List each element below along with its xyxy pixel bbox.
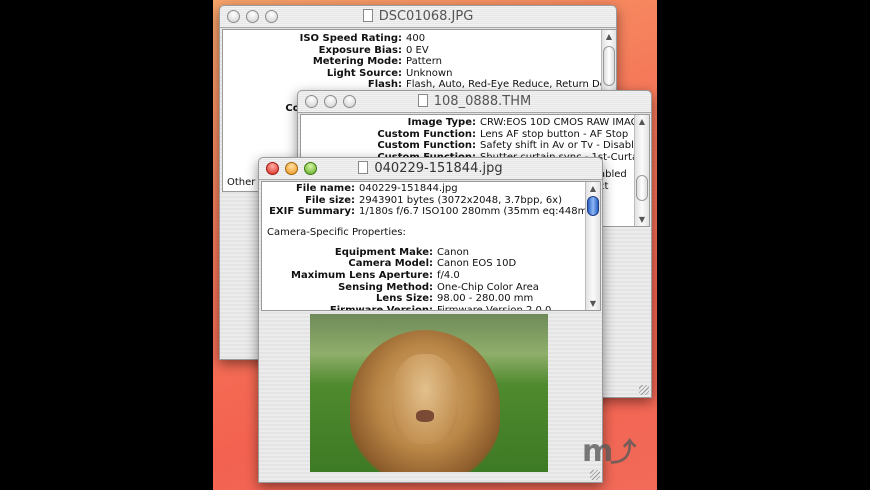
property-value: Firmware Version 2.0.0 <box>437 304 552 311</box>
property-row: Metering Mode: Pattern <box>223 56 616 68</box>
property-row: Image Type: CRW:EOS 10D CMOS RAW IMAGE <box>301 117 649 129</box>
property-value: Pattern <box>406 56 442 68</box>
partial-line: abled <box>599 169 627 180</box>
property-row: Lens Size:98.00 - 280.00 mm <box>262 293 600 305</box>
property-value: Lens AF stop button - AF Stop <box>480 128 629 140</box>
macupdate-logo: m⤴ <box>582 434 636 469</box>
property-value: CRW:EOS 10D CMOS RAW IMAGE <box>480 117 645 128</box>
property-label: ISO Speed Rating <box>299 33 398 44</box>
property-row: Light Source: Unknown <box>223 68 616 80</box>
scrollbar[interactable]: ▲▼ <box>634 115 649 226</box>
window-title: 108_0888.THM <box>433 94 532 109</box>
property-value: 98.00 - 280.00 mm <box>437 293 534 305</box>
window-title: 040229-151844.jpg <box>374 161 503 176</box>
property-value: Canon EOS 10D <box>437 258 517 270</box>
property-value: One-Chip Color Area <box>437 281 539 293</box>
property-row: EXIF Summary:1/180s f/6.7 ISO100 280mm (… <box>262 206 600 218</box>
property-row: Camera Model: Canon EOS 10D <box>262 258 600 270</box>
property-value: Unknown <box>406 67 453 79</box>
property-label: Custom Function <box>377 128 472 140</box>
image-preview <box>310 314 548 472</box>
property-row: ISO Speed Rating:400 <box>223 33 616 45</box>
scroll-thumb[interactable] <box>603 46 615 86</box>
property-label: Metering Mode <box>312 56 398 68</box>
property-label: Exposure Bias <box>318 44 398 56</box>
property-label: File name <box>295 183 351 194</box>
scroll-down-icon[interactable]: ▼ <box>635 215 649 224</box>
section-heading: Camera-Specific Properties: <box>267 226 406 238</box>
scroll-up-icon[interactable]: ▲ <box>635 117 649 126</box>
property-row: Custom Function: Lens AF stop button - AF… <box>301 129 649 141</box>
property-value: Canon <box>437 246 469 258</box>
window-title: DSC01068.JPG <box>378 9 474 24</box>
scrollbar[interactable]: ▲▼ <box>585 182 600 310</box>
title-bar[interactable]: DSC01068.JPG <box>220 6 616 28</box>
property-label: Custom Function <box>377 140 472 152</box>
title-bar[interactable]: 108_0888.THM <box>298 91 651 113</box>
property-label: File size <box>305 194 351 206</box>
property-label: Lens Size <box>376 293 429 305</box>
property-row: Exposure Bias:0 EV <box>223 45 616 57</box>
property-label: Equipment Make <box>334 246 429 258</box>
property-label: Image Type <box>407 117 472 128</box>
window-040229-151844: 040229-151844.jpg File name:040229-15184… <box>258 157 603 483</box>
title-bar[interactable]: 040229-151844.jpg <box>259 158 602 180</box>
property-label: EXIF Summary <box>269 206 351 218</box>
property-row: Custom Function: Safety shift in Av or Tv… <box>301 140 649 152</box>
file-icon <box>358 161 369 174</box>
property-label: Light Source <box>326 67 398 79</box>
info-panel: File name:040229-151844.jpg File size:294… <box>261 181 601 311</box>
scroll-thumb[interactable] <box>587 196 599 216</box>
property-label: Sensing Method <box>338 281 429 293</box>
property-value: 400 <box>406 33 426 44</box>
file-icon <box>362 9 373 22</box>
property-value: 0 EV <box>406 44 429 56</box>
scroll-up-icon[interactable]: ▲ <box>586 184 600 193</box>
property-value: 040229-151844.jpg <box>359 183 458 194</box>
partial-line: - <box>599 205 627 217</box>
property-row: Equipment Make: Canon <box>262 247 600 259</box>
property-value: Safety shift in Av or Tv - Disabled <box>480 140 647 152</box>
property-value: f/4.0 <box>437 269 460 281</box>
resize-grip[interactable] <box>590 470 600 480</box>
property-label: Camera Model <box>348 258 429 270</box>
property-row: Maximum Lens Aperture: f/4.0 <box>262 270 600 282</box>
scroll-thumb[interactable] <box>636 175 648 201</box>
partial-line: ct <box>599 181 609 192</box>
resize-grip[interactable] <box>639 385 649 395</box>
scroll-up-icon[interactable]: ▲ <box>602 32 616 41</box>
partial-label: Col <box>285 102 303 114</box>
property-row: File name:040229-151844.jpg <box>262 183 600 195</box>
property-row: File size:2943901 bytes (3072x2048, 3.7b… <box>262 195 600 207</box>
property-label: Firmware Version <box>329 304 429 311</box>
property-row: Sensing Method: One-Chip Color Area <box>262 282 600 294</box>
property-label: Maximum Lens Aperture <box>291 269 429 281</box>
file-icon <box>417 94 428 107</box>
property-value: 2943901 bytes (3072x2048, 3.7bpp, 6x) <box>359 194 563 206</box>
scroll-down-icon[interactable]: ▼ <box>586 299 600 308</box>
property-row: Firmware Version: Firmware Version 2.0.0 <box>262 304 600 311</box>
property-value: 1/180s f/6.7 ISO100 280mm (35mm eq:448mm… <box>359 206 601 218</box>
